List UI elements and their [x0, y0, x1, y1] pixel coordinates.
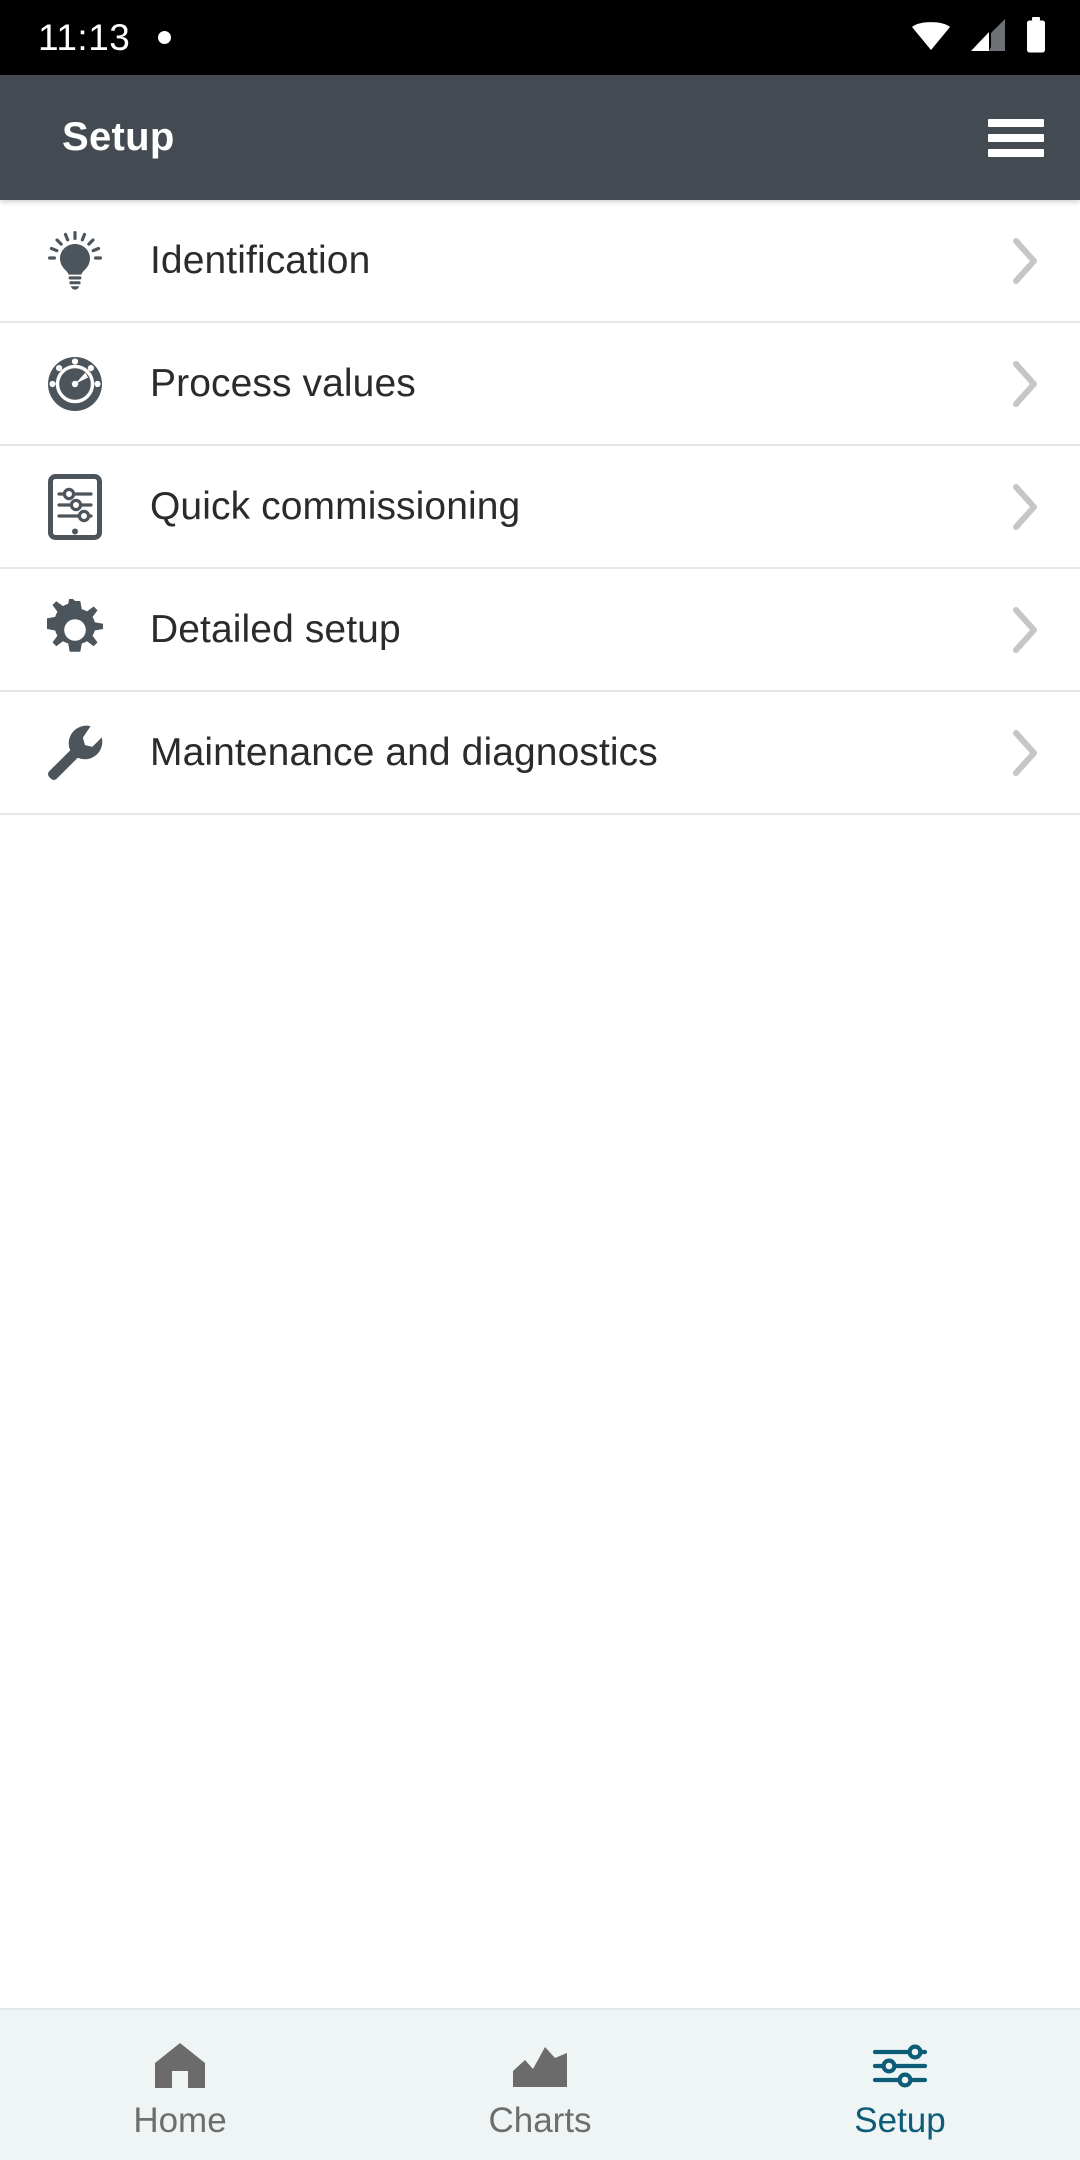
status-bar-left: 11:13: [38, 17, 172, 58]
hamburger-bar-3: [988, 148, 1044, 157]
nav-tab-label: Setup: [854, 2100, 946, 2140]
tablet-sliders-icon: [0, 473, 150, 540]
lightbulb-icon: [0, 230, 150, 292]
list-item-label: Identification: [150, 238, 371, 282]
list-item-identification[interactable]: Identification: [0, 200, 1080, 323]
list-item-quick-commissioning[interactable]: Quick commissioning: [0, 446, 1080, 569]
list-item-label: Process values: [150, 361, 416, 405]
chevron-right-icon[interactable]: [970, 236, 1080, 286]
status-bar-right: [910, 17, 1048, 58]
nav-tab-label: Home: [133, 2100, 227, 2140]
page-title: Setup: [62, 115, 175, 159]
nav-tab-home[interactable]: Home: [0, 2010, 360, 2160]
list-item-detailed-setup[interactable]: Detailed setup: [0, 569, 1080, 692]
status-bar: 11:13: [0, 0, 1080, 75]
chevron-right-icon[interactable]: [970, 482, 1080, 532]
hamburger-menu-icon[interactable]: [988, 116, 1044, 160]
home-icon: [153, 2039, 207, 2093]
wifi-icon: [910, 18, 952, 57]
setup-menu-list: Identification Process values Quick comm…: [0, 200, 1080, 815]
hamburger-bar-2: [988, 133, 1044, 142]
chevron-right-icon[interactable]: [970, 728, 1080, 778]
battery-icon: [1024, 17, 1048, 58]
chevron-right-icon[interactable]: [970, 605, 1080, 655]
nav-tab-charts[interactable]: Charts: [360, 2010, 720, 2160]
content-area: Identification Process values Quick comm…: [0, 200, 1080, 2008]
notification-dot-icon: [158, 31, 172, 44]
cellular-signal-icon: [969, 18, 1007, 57]
chevron-right-icon[interactable]: [970, 359, 1080, 409]
app-screen: 11:13 Setup Identification Process value…: [0, 0, 1080, 2160]
list-item-maintenance-and-diagnostics[interactable]: Maintenance and diagnostics: [0, 692, 1080, 815]
list-item-label: Maintenance and diagnostics: [150, 730, 658, 774]
gauge-dial-icon: [0, 355, 150, 413]
list-item-label: Quick commissioning: [150, 484, 521, 528]
gear-icon: [0, 598, 150, 661]
nav-tab-setup[interactable]: Setup: [720, 2010, 1080, 2160]
bottom-navigation-bar: Home Charts Setup: [0, 2008, 1080, 2160]
nav-tab-label: Charts: [488, 2100, 592, 2140]
hamburger-bar-1: [988, 118, 1044, 127]
area-chart-icon: [511, 2039, 569, 2093]
status-bar-clock: 11:13: [38, 17, 131, 58]
list-item-label: Detailed setup: [150, 607, 401, 651]
wrench-icon: [0, 722, 150, 784]
sliders-icon: [871, 2039, 929, 2093]
app-bar: Setup: [0, 75, 1080, 200]
list-item-process-values[interactable]: Process values: [0, 323, 1080, 446]
